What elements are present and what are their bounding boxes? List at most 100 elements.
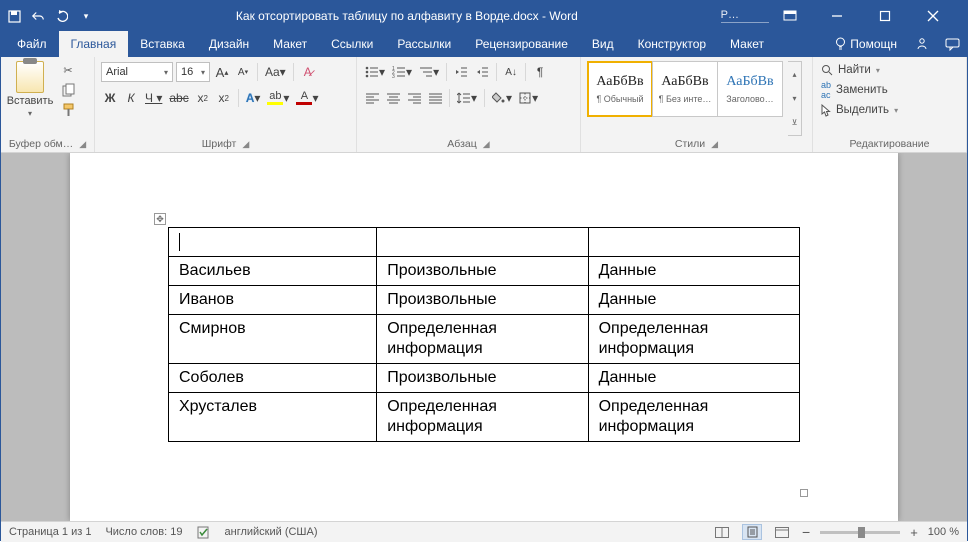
increase-indent-icon[interactable] [473, 62, 491, 82]
user-account[interactable]: Р… [721, 9, 769, 23]
table-cell[interactable]: Смирнов [169, 315, 377, 364]
paragraph-dialog-icon[interactable]: ◢ [483, 139, 490, 150]
text-effects-icon[interactable]: A▾ [244, 88, 263, 108]
tab-дизайн[interactable]: Дизайн [197, 31, 261, 57]
share-button[interactable] [907, 31, 937, 57]
align-right-icon[interactable] [405, 88, 423, 108]
line-spacing-icon[interactable]: ▾ [455, 88, 479, 108]
italic-button[interactable]: К [122, 88, 140, 108]
font-dialog-icon[interactable]: ◢ [242, 139, 249, 150]
qat-more-icon[interactable]: ▾ [79, 11, 93, 22]
paste-button[interactable]: Вставить [7, 95, 54, 107]
table-cell[interactable]: Произвольные [377, 364, 588, 393]
select-button[interactable]: Выделить▾ [819, 101, 900, 119]
read-mode-icon[interactable] [712, 524, 732, 540]
paste-icon[interactable] [16, 61, 44, 93]
tab-макет[interactable]: Макет [718, 31, 776, 57]
change-case-icon[interactable]: Aa▾ [263, 62, 288, 82]
cut-icon[interactable]: ✂ [59, 61, 77, 79]
find-button[interactable]: Найти▾ [819, 61, 900, 79]
web-layout-icon[interactable] [772, 524, 792, 540]
table-cell[interactable] [588, 228, 799, 257]
style-card[interactable]: АаБбВвЗаголово… [717, 61, 783, 117]
table-cell[interactable]: Определенная информация [588, 393, 799, 442]
tab-главная[interactable]: Главная [59, 31, 129, 57]
styles-dialog-icon[interactable]: ◢ [711, 139, 718, 150]
bullets-icon[interactable]: ▾ [363, 62, 387, 82]
table-cell[interactable]: Определенная информация [588, 315, 799, 364]
table-cell[interactable]: Иванов [169, 286, 377, 315]
zoom-out-button[interactable]: − [802, 524, 810, 540]
comments-button[interactable] [937, 31, 967, 57]
tab-рецензирование[interactable]: Рецензирование [463, 31, 580, 57]
grow-font-icon[interactable]: A▴ [213, 62, 231, 82]
status-page[interactable]: Страница 1 из 1 [9, 526, 91, 538]
pilcrow-icon[interactable]: ¶ [531, 62, 549, 82]
zoom-slider[interactable] [820, 531, 900, 534]
table-cell[interactable]: Соболев [169, 364, 377, 393]
table-cell[interactable] [169, 228, 377, 257]
align-center-icon[interactable] [384, 88, 402, 108]
ribbon-options-icon[interactable] [783, 10, 817, 22]
tab-рассылки[interactable]: Рассылки [385, 31, 463, 57]
justify-icon[interactable] [426, 88, 444, 108]
zoom-level[interactable]: 100 % [928, 526, 959, 538]
status-words[interactable]: Число слов: 19 [105, 526, 182, 538]
subscript-button[interactable]: x2 [194, 88, 212, 108]
table-cell[interactable]: Данные [588, 286, 799, 315]
tab-файл[interactable]: Файл [5, 31, 59, 57]
tab-вид[interactable]: Вид [580, 31, 626, 57]
font-size-combo[interactable]: 16▾ [176, 62, 210, 82]
bold-button[interactable]: Ж [101, 88, 119, 108]
print-layout-icon[interactable] [742, 524, 762, 540]
close-button[interactable] [927, 10, 961, 22]
undo-icon[interactable] [31, 10, 45, 22]
numbering-icon[interactable]: 123▾ [390, 62, 414, 82]
style-card[interactable]: АаБбВв¶ Обычный [587, 61, 653, 117]
table-cell[interactable]: Васильев [169, 257, 377, 286]
style-card[interactable]: АаБбВв¶ Без инте… [652, 61, 718, 117]
table-cell[interactable]: Произвольные [377, 286, 588, 315]
font-name-combo[interactable]: Arial▾ [101, 62, 173, 82]
format-painter-icon[interactable] [59, 101, 77, 119]
status-language[interactable]: английский (США) [225, 526, 318, 538]
table-move-handle[interactable]: ✥ [154, 213, 166, 225]
multilevel-icon[interactable]: ▾ [417, 62, 441, 82]
font-color-icon[interactable]: A▾ [294, 88, 320, 108]
tab-конструктор[interactable]: Конструктор [626, 31, 718, 57]
table-cell[interactable]: Хрусталев [169, 393, 377, 442]
clear-format-icon[interactable]: A̷ [299, 62, 317, 82]
highlight-color-icon[interactable]: ab▾ [265, 88, 291, 108]
shading-icon[interactable]: ▾ [490, 88, 514, 108]
status-proofing-icon[interactable] [197, 526, 211, 539]
document-area[interactable]: ✥ ВасильевПроизвольныеДанныеИвановПроизв… [1, 153, 967, 521]
tab-ссылки[interactable]: Ссылки [319, 31, 385, 57]
shrink-font-icon[interactable]: A▾ [234, 62, 252, 82]
decrease-indent-icon[interactable] [452, 62, 470, 82]
document-table[interactable]: ВасильевПроизвольныеДанныеИвановПроизвол… [168, 227, 800, 442]
replace-button[interactable]: abac Заменить [819, 81, 900, 99]
redo-icon[interactable] [55, 10, 69, 22]
borders-icon[interactable]: ▾ [517, 88, 540, 108]
underline-button[interactable]: Ч ▾ [143, 88, 164, 108]
table-cell[interactable] [377, 228, 588, 257]
table-cell[interactable]: Определенная информация [377, 315, 588, 364]
styles-more[interactable]: ▴▾⊻ [788, 61, 802, 136]
sort-icon[interactable]: A↓ [502, 62, 520, 82]
maximize-button[interactable] [879, 10, 913, 22]
zoom-in-button[interactable]: + [910, 525, 918, 540]
strike-button[interactable]: abc [167, 88, 190, 108]
table-cell[interactable]: Определенная информация [377, 393, 588, 442]
superscript-button[interactable]: x2 [215, 88, 233, 108]
tell-me[interactable]: Помощн [825, 31, 907, 57]
copy-icon[interactable] [59, 81, 77, 99]
table-cell[interactable]: Произвольные [377, 257, 588, 286]
table-cell[interactable]: Данные [588, 364, 799, 393]
clipboard-dialog-icon[interactable]: ◢ [79, 139, 86, 150]
save-icon[interactable] [7, 10, 21, 23]
table-resize-handle[interactable] [800, 489, 808, 497]
table-cell[interactable]: Данные [588, 257, 799, 286]
align-left-icon[interactable] [363, 88, 381, 108]
minimize-button[interactable] [831, 10, 865, 22]
tab-макет[interactable]: Макет [261, 31, 319, 57]
